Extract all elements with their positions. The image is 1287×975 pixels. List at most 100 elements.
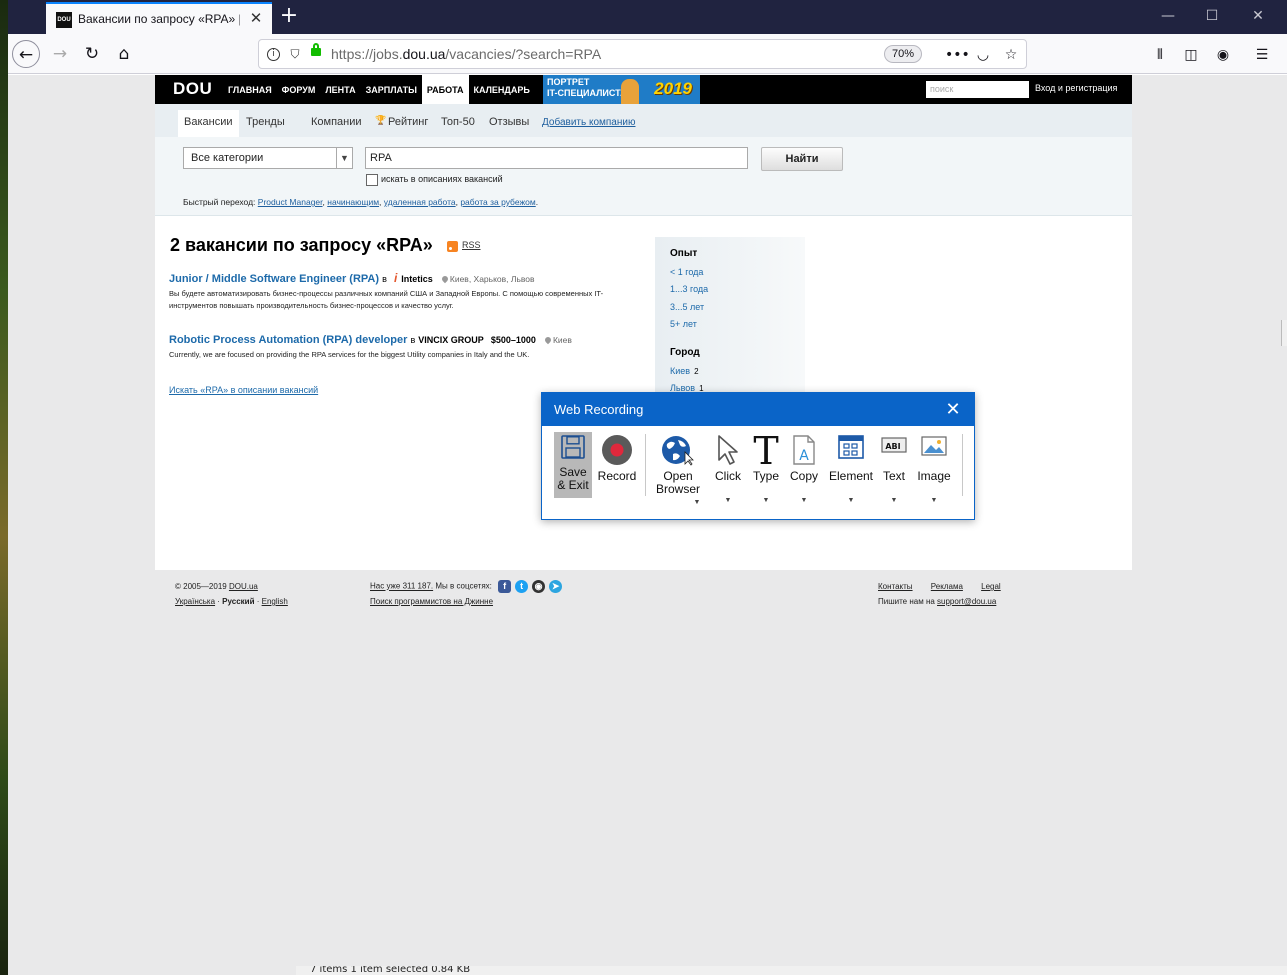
- tab-close-icon[interactable]: ✕: [248, 10, 264, 26]
- cursor-arrow-icon: [718, 435, 738, 465]
- library-icon[interactable]: ⫴: [1150, 46, 1170, 64]
- account-icon[interactable]: ◉: [1213, 46, 1233, 64]
- url-text[interactable]: https://jobs.dou.ua/vacancies/?search=RP…: [331, 46, 601, 62]
- search-query-input[interactable]: RPA: [365, 147, 748, 169]
- search-block: Все категории ▼ RPA Найти искать в описа…: [155, 137, 1132, 216]
- type-dropdown-icon[interactable]: ▼: [748, 497, 784, 504]
- scrollbar-fragment[interactable]: [1281, 320, 1287, 346]
- quick-link-pm[interactable]: Product Manager: [258, 197, 323, 207]
- subnav-reviews[interactable]: Отзывы: [489, 116, 529, 128]
- text-button[interactable]: ABI Text ▼: [878, 432, 910, 504]
- filter-exp-5plus[interactable]: 5+ лет: [670, 319, 697, 329]
- nav-feed[interactable]: ЛЕНТА: [320, 75, 360, 104]
- image-button[interactable]: Image ▼: [914, 432, 954, 504]
- search-in-descriptions-link[interactable]: Искать «RPA» в описании вакансий: [169, 385, 318, 395]
- image-dropdown-icon[interactable]: ▼: [914, 497, 954, 504]
- subnav-top50[interactable]: Топ-50: [441, 116, 475, 128]
- type-button[interactable]: T Type ▼: [748, 432, 784, 504]
- save-exit-button[interactable]: Save & Exit: [554, 432, 592, 498]
- forward-button[interactable]: →: [46, 40, 74, 68]
- click-button[interactable]: Click ▼: [710, 432, 746, 504]
- open-browser-dropdown-icon[interactable]: ▼: [690, 499, 704, 506]
- quick-link-remote[interactable]: удаленная работа: [384, 197, 456, 207]
- filter-exp-3-5[interactable]: 3...5 лет: [670, 302, 704, 312]
- footer-links: Контакты Реклама Legal: [878, 582, 1001, 591]
- active-tab[interactable]: DOU Вакансии по запросу «RPA» | D ✕: [46, 2, 272, 34]
- toolbar-separator: [645, 434, 646, 496]
- nav-jobs[interactable]: РАБОТА: [421, 75, 469, 104]
- text-dropdown-icon[interactable]: ▼: [878, 497, 910, 504]
- new-tab-button[interactable]: +: [276, 4, 302, 30]
- quick-link-abroad[interactable]: работа за рубежом: [460, 197, 535, 207]
- vacancy-title-link[interactable]: Robotic Process Automation (RPA) develop…: [169, 334, 407, 346]
- nav-salaries[interactable]: ЗАРПЛАТЫ: [361, 75, 422, 104]
- dialog-titlebar[interactable]: Web Recording ✕: [542, 393, 974, 426]
- element-button[interactable]: Element ▼: [826, 432, 876, 504]
- add-company-link[interactable]: Добавить компанию: [542, 117, 635, 128]
- vacancy-company-link[interactable]: Intetics: [401, 274, 433, 284]
- tracking-shield-icon[interactable]: ⛉: [287, 46, 303, 62]
- subnav-companies[interactable]: Компании: [311, 116, 362, 128]
- intetics-logo-icon[interactable]: i: [394, 271, 397, 285]
- vacancy-item: Robotic Process Automation (RPA) develop…: [169, 334, 634, 361]
- contacts-link[interactable]: Контакты: [878, 582, 913, 591]
- pocket-icon[interactable]: ◡: [973, 45, 993, 65]
- filter-city-kyiv[interactable]: Киев 2: [670, 366, 699, 376]
- copy-dropdown-icon[interactable]: ▼: [786, 497, 822, 504]
- record-button[interactable]: Record: [596, 432, 638, 500]
- footer-dou-link[interactable]: DOU.ua: [229, 582, 258, 591]
- subnav-trends[interactable]: Тренды: [246, 116, 285, 128]
- reload-button[interactable]: ↻: [78, 40, 106, 68]
- djinni-link[interactable]: Поиск программистов на Джинне: [370, 597, 493, 606]
- info-icon[interactable]: i: [267, 48, 280, 61]
- dialog-close-icon[interactable]: ✕: [942, 398, 964, 420]
- click-dropdown-icon[interactable]: ▼: [710, 497, 746, 504]
- login-link[interactable]: Вход и регистрация: [1035, 83, 1117, 93]
- menu-icon[interactable]: ☰: [1252, 46, 1272, 64]
- zoom-indicator[interactable]: 70%: [884, 45, 922, 63]
- vacancy-company-link[interactable]: VINCIX GROUP: [418, 335, 484, 345]
- vacancy-title-link[interactable]: Junior / Middle Software Engineer (RPA): [169, 273, 379, 285]
- quick-link-beginners[interactable]: начинающим: [327, 197, 379, 207]
- rss-link[interactable]: RSS: [462, 240, 481, 250]
- find-button[interactable]: Найти: [761, 147, 843, 171]
- lang-ua-link[interactable]: Українська: [175, 597, 215, 606]
- element-dropdown-icon[interactable]: ▼: [826, 497, 876, 504]
- footer-followers-link[interactable]: Нас уже 311 187.: [370, 582, 433, 591]
- back-button[interactable]: ←: [12, 40, 40, 68]
- legal-link[interactable]: Legal: [981, 582, 1001, 591]
- category-select[interactable]: Все категории ▼: [183, 147, 353, 169]
- rss-icon[interactable]: [447, 241, 458, 252]
- nav-forum[interactable]: ФОРУМ: [277, 75, 321, 104]
- sidebar-icon[interactable]: ◫: [1181, 46, 1201, 64]
- search-descriptions-checkbox[interactable]: [366, 174, 378, 186]
- chevron-down-icon[interactable]: ▼: [336, 148, 352, 168]
- facebook-icon[interactable]: f: [498, 580, 512, 593]
- nav-main[interactable]: ГЛАВНАЯ: [223, 75, 277, 104]
- nav-calendar[interactable]: КАЛЕНДАРЬ: [469, 75, 535, 104]
- open-browser-button[interactable]: Open Browser ▼: [652, 432, 704, 506]
- lang-en-link[interactable]: English: [262, 597, 288, 606]
- site-search-input[interactable]: поиск: [926, 81, 1029, 98]
- filter-exp-1-3[interactable]: 1...3 года: [670, 284, 708, 294]
- telegram-icon[interactable]: ➤: [549, 580, 563, 593]
- bookmark-star-icon[interactable]: ☆: [1001, 45, 1021, 65]
- address-bar[interactable]: i ⛉ https://jobs.dou.ua/vacancies/?searc…: [258, 39, 1027, 69]
- promo-banner[interactable]: ПОРТРЕТ IT-СПЕЦИАЛИСТА 2019: [543, 75, 700, 104]
- twitter-icon[interactable]: t: [515, 580, 529, 593]
- dou-logo[interactable]: DOU: [173, 79, 212, 99]
- ads-link[interactable]: Реклама: [931, 582, 963, 591]
- close-window-icon[interactable]: ✕: [1248, 6, 1268, 26]
- subnav-rating[interactable]: Рейтинг: [388, 116, 428, 128]
- home-button[interactable]: ⌂: [110, 40, 138, 68]
- lock-icon[interactable]: [311, 43, 321, 56]
- filter-exp-lt1[interactable]: < 1 года: [670, 267, 703, 277]
- minimize-icon[interactable]: —: [1158, 6, 1178, 26]
- type-label: Type: [752, 469, 779, 483]
- page-actions-icon[interactable]: •••: [945, 45, 970, 65]
- copy-button[interactable]: A Copy ▼: [786, 432, 822, 504]
- support-email-link[interactable]: support@dou.ua: [937, 597, 996, 606]
- maximize-icon[interactable]: ☐: [1202, 6, 1222, 26]
- subnav-vacancies[interactable]: Вакансии: [178, 110, 239, 137]
- github-icon[interactable]: ◉: [532, 580, 546, 593]
